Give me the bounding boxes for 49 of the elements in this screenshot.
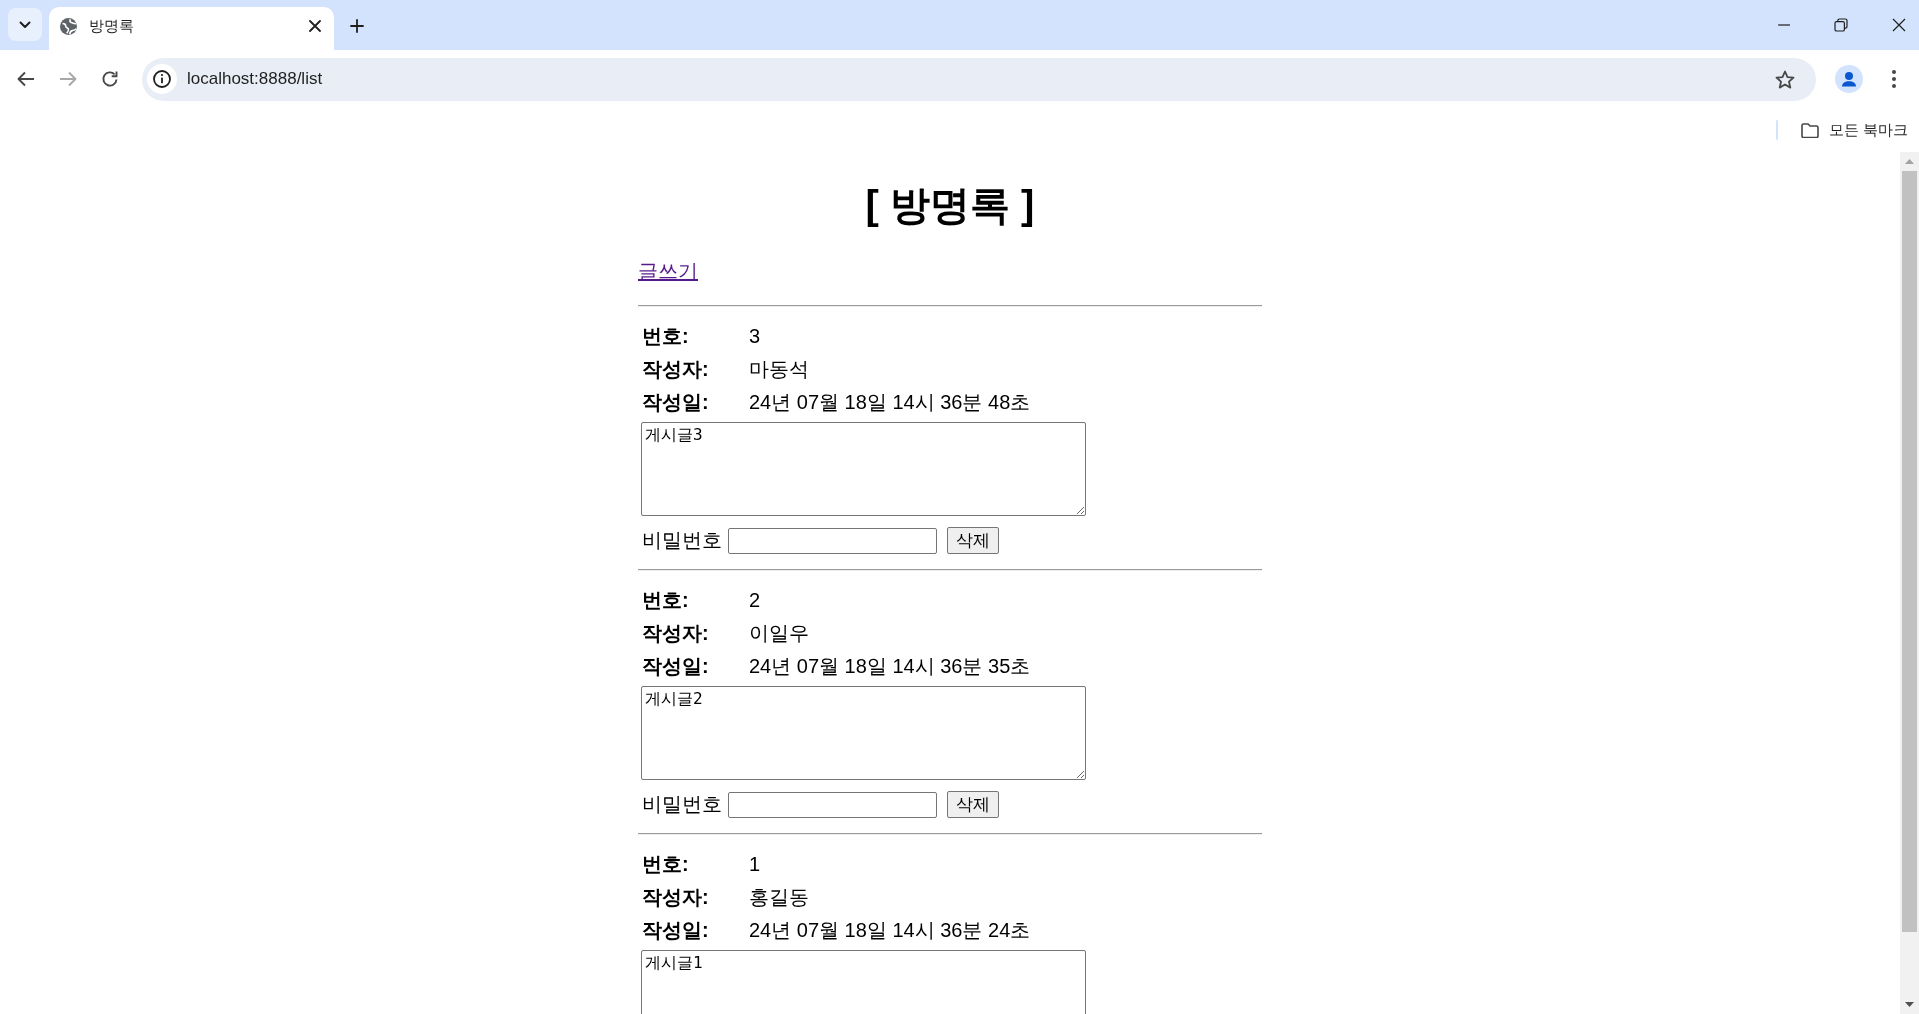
post-content-field[interactable]: 게시글1 bbox=[641, 950, 1086, 1014]
delete-button[interactable]: 삭제 bbox=[947, 527, 999, 554]
close-icon[interactable] bbox=[1892, 18, 1906, 32]
tab-list-button[interactable] bbox=[8, 8, 42, 41]
plus-icon[interactable] bbox=[350, 19, 364, 33]
folder-icon bbox=[1800, 122, 1819, 138]
globe-icon bbox=[60, 17, 77, 35]
delete-button[interactable]: 삭제 bbox=[947, 791, 999, 818]
write-link[interactable]: 글쓰기 bbox=[638, 260, 698, 282]
page-title: [ 방명록 ] bbox=[864, 182, 1036, 229]
post-content-field[interactable]: 게시글2 bbox=[641, 686, 1086, 780]
star-icon[interactable] bbox=[1775, 69, 1795, 89]
scrollbar[interactable] bbox=[1900, 152, 1919, 1014]
address-bar[interactable]: localhost:8888/list bbox=[142, 57, 1816, 101]
field-value: 마동석 bbox=[749, 357, 809, 382]
field-label: 작성자: bbox=[642, 621, 710, 646]
field-label: 작성일: bbox=[642, 654, 710, 679]
field-value: 2 bbox=[749, 589, 761, 612]
field-label: 작성일: bbox=[642, 390, 710, 415]
field-value: 1 bbox=[749, 853, 761, 876]
all-bookmarks-button[interactable]: 모든 북마크 bbox=[1800, 120, 1908, 140]
field-value: 24년 07월 18일 14시 36분 48초 bbox=[749, 390, 1031, 415]
field-value: 홍길동 bbox=[749, 885, 809, 910]
profile-avatar-icon[interactable] bbox=[1835, 65, 1863, 93]
scrollbar-thumb[interactable] bbox=[1902, 171, 1917, 932]
password-field[interactable] bbox=[728, 791, 937, 818]
password-field[interactable] bbox=[728, 527, 937, 554]
password-label: 비밀번호 bbox=[642, 792, 722, 817]
restore-icon[interactable] bbox=[1834, 18, 1848, 32]
menu-icon[interactable] bbox=[1892, 70, 1896, 88]
close-icon[interactable] bbox=[309, 20, 321, 32]
info-icon[interactable] bbox=[147, 64, 177, 94]
field-label: 번호: bbox=[642, 588, 690, 613]
post-content-field[interactable]: 게시글3 bbox=[641, 422, 1086, 516]
field-value: 24년 07월 18일 14시 36분 24초 bbox=[749, 918, 1031, 943]
field-value: 3 bbox=[749, 325, 761, 348]
password-label: 비밀번호 bbox=[642, 528, 722, 553]
reload-icon[interactable] bbox=[101, 70, 119, 88]
scroll-down-icon[interactable] bbox=[1905, 1002, 1914, 1007]
browser-tab[interactable]: 방명록 bbox=[49, 7, 334, 50]
back-arrow-icon[interactable] bbox=[17, 71, 35, 87]
field-value: 24년 07월 18일 14시 36분 35초 bbox=[749, 654, 1031, 679]
field-label: 번호: bbox=[642, 324, 690, 349]
chevron-down-icon bbox=[19, 20, 31, 29]
field-label: 작성자: bbox=[642, 885, 710, 910]
field-label: 작성자: bbox=[642, 357, 710, 382]
field-label: 번호: bbox=[642, 852, 690, 877]
field-label: 작성일: bbox=[642, 918, 710, 943]
field-value: 이일우 bbox=[749, 621, 809, 646]
